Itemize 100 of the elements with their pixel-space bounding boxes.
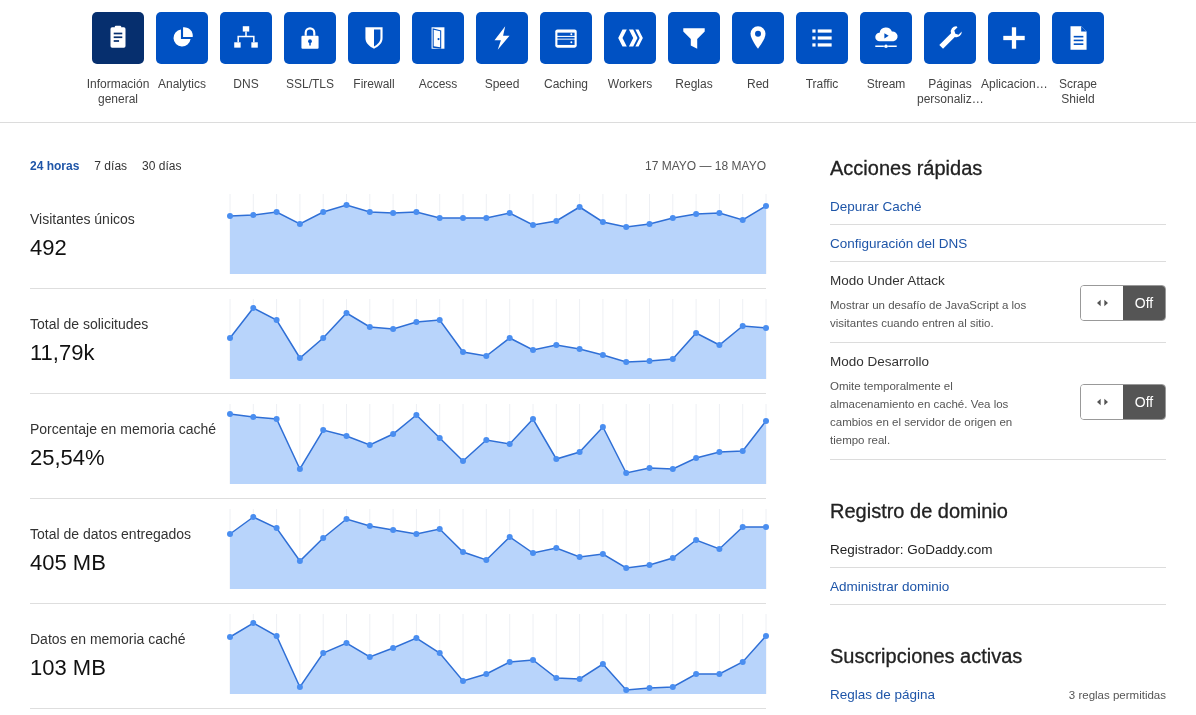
time-range-tab[interactable]: 24 horas: [30, 159, 80, 173]
nav-tab-button[interactable]: [348, 12, 400, 64]
data-point: [483, 437, 490, 443]
nav-tab-button[interactable]: [476, 12, 528, 64]
data-point: [646, 685, 653, 691]
nav-tab-button[interactable]: [284, 12, 336, 64]
toggle-switch[interactable]: Off: [1080, 284, 1166, 321]
sidebar-link[interactable]: Depurar Caché: [830, 199, 922, 214]
subscription-note: 3 reglas permitidas: [1068, 688, 1166, 701]
nav-tab-label[interactable]: Firewall: [341, 77, 407, 92]
data-point: [530, 222, 536, 228]
nav-tab-button[interactable]: [924, 12, 976, 64]
data-point: [623, 565, 630, 571]
data-point: [553, 456, 560, 462]
setting-label: Modo Under Attack: [830, 273, 946, 288]
nav-tab-label[interactable]: Red: [725, 77, 791, 92]
data-point: [693, 211, 700, 217]
data-point: [576, 449, 583, 455]
nav-tab-button[interactable]: [732, 12, 784, 64]
nav-tab-label[interactable]: Stream: [853, 77, 919, 92]
nav-tab-label[interactable]: Access: [405, 77, 471, 92]
data-point: [343, 516, 350, 522]
nav-tab-button[interactable]: [540, 12, 592, 64]
nav-tab-label[interactable]: Speed: [469, 77, 535, 92]
data-point: [739, 323, 746, 329]
sidebar-link[interactable]: Administrar dominio: [830, 579, 950, 594]
time-range-tab[interactable]: 30 días: [142, 159, 182, 173]
nav-tab-button[interactable]: [796, 12, 848, 64]
data-point: [227, 634, 233, 640]
data-point: [623, 359, 630, 365]
data-point: [623, 470, 630, 476]
data-point: [343, 433, 350, 439]
data-point: [390, 431, 397, 437]
data-point: [390, 645, 397, 651]
nav-tab-button[interactable]: [988, 12, 1040, 64]
data-point: [413, 635, 420, 641]
nav-tab-label[interactable]: Workers: [597, 77, 663, 92]
nav-tab-label[interactable]: DNS: [213, 77, 279, 92]
data-point: [366, 442, 373, 448]
metric-value: 492: [30, 235, 68, 261]
metric-label: Porcentaje en memoria caché: [30, 421, 217, 437]
metric-value: 405 MB: [30, 550, 107, 576]
data-point: [413, 209, 420, 215]
data-point: [227, 213, 233, 219]
data-point: [227, 411, 233, 417]
data-point: [436, 317, 443, 323]
nav-tab-label[interactable]: SSL/TLS: [277, 77, 343, 92]
nav-tab-label[interactable]: Scrape Shield: [1045, 77, 1111, 107]
data-point: [553, 675, 560, 681]
sidebar-link[interactable]: Configuración del DNS: [830, 236, 968, 251]
registrar-text: Registrador: GoDaddy.com: [830, 542, 993, 557]
data-point: [343, 640, 350, 646]
data-point: [483, 215, 490, 221]
nav-tab-label[interactable]: Analytics: [149, 77, 215, 92]
nav-tab-label[interactable]: Aplicacion…: [981, 77, 1047, 92]
nav-tab-button[interactable]: [1052, 12, 1104, 64]
data-point: [739, 524, 746, 530]
data-point: [530, 550, 536, 556]
data-point: [739, 659, 746, 665]
nav-tab-button[interactable]: [412, 12, 464, 64]
data-point: [320, 427, 327, 433]
setting-label: Modo Desarrollo: [830, 354, 931, 369]
nav-tab-button[interactable]: [156, 12, 208, 64]
data-point: [273, 416, 280, 422]
nav-tab-label[interactable]: Traffic: [789, 77, 855, 92]
data-point: [763, 325, 769, 331]
data-point: [599, 219, 606, 225]
nav-tab-button[interactable]: [860, 12, 912, 64]
data-point: [599, 424, 606, 430]
data-point: [669, 684, 676, 690]
data-point: [296, 221, 303, 227]
data-point: [436, 435, 443, 441]
left-right-arrows-icon: [1096, 298, 1108, 307]
nav-tab-label[interactable]: Reglas: [661, 77, 727, 92]
data-point: [460, 549, 466, 555]
data-point: [320, 335, 327, 341]
section-heading: Acciones rápidas: [830, 157, 984, 180]
time-range-tab[interactable]: 7 días: [94, 159, 128, 173]
data-point: [716, 449, 723, 455]
data-point: [599, 352, 606, 358]
data-point: [763, 418, 769, 424]
nav-tab-button[interactable]: [604, 12, 656, 64]
data-point: [273, 209, 280, 215]
nav-tab-label[interactable]: Información general: [85, 77, 151, 107]
sidebar-link[interactable]: Reglas de página: [830, 687, 936, 702]
data-point: [413, 319, 420, 325]
data-point: [296, 466, 303, 472]
nav-tab-button[interactable]: [92, 12, 144, 64]
data-point: [250, 305, 257, 311]
data-point: [623, 224, 630, 230]
data-point: [669, 466, 676, 472]
nav-tab-label[interactable]: Caching: [533, 77, 599, 92]
data-point: [553, 218, 560, 224]
data-point: [413, 531, 420, 537]
toggle-switch[interactable]: Off: [1080, 383, 1166, 420]
nav-tab-button[interactable]: [668, 12, 720, 64]
nav-tab-button[interactable]: [220, 12, 272, 64]
data-point: [646, 562, 653, 568]
data-point: [366, 523, 373, 529]
metric-label: Visitantes únicos: [30, 211, 136, 227]
